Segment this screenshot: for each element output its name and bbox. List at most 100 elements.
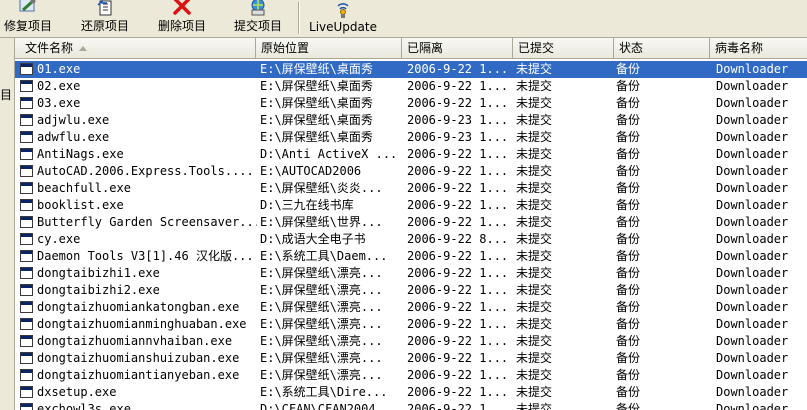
file-name-cell: AutoCAD.2006.Express.Tools.... <box>19 163 257 180</box>
file-name-cell: cy.exe <box>19 231 257 248</box>
quarantined-cell: 2006-9-22 1... <box>407 198 509 212</box>
submitted-cell: 未提交 <box>516 62 553 76</box>
submitted-cell: 未提交 <box>516 385 553 399</box>
file-name: exchowl3s.exe <box>37 402 131 410</box>
table-row[interactable]: exchowl3s.exe D:\CFAN\CFAN2004 2006-9-22 1… <box>15 401 807 410</box>
submit-button[interactable]: 提交项目 <box>229 0 287 36</box>
submitted-cell: 未提交 <box>516 164 553 178</box>
submitted-cell: 未提交 <box>516 317 553 331</box>
status-cell: 备份 <box>616 232 641 246</box>
submitted-cell: 未提交 <box>516 147 553 161</box>
virus-name-cell: Downloader <box>716 198 789 212</box>
quarantined-cell: 2006-9-22 1... <box>407 147 509 161</box>
file-name: dongtaizhuomianshuizuban.exe <box>37 351 240 365</box>
submitted-cell: 未提交 <box>516 130 553 144</box>
column-header-virus-name[interactable]: 病毒名称 <box>710 38 807 58</box>
original-location-cell: E:\AUTOCAD2006 <box>260 164 362 178</box>
virus-name-cell: Downloader <box>716 368 789 382</box>
table-row[interactable]: beachfull.exe E:\屏保壁纸\炎炎... 2006-9-22 1...… <box>15 180 807 197</box>
status-cell: 备份 <box>616 317 641 331</box>
table-row[interactable]: dongtaizhuomianminghuaban.exe E:\屏保壁纸\漂亮.… <box>15 316 807 333</box>
table-row[interactable]: dongtaibizhi1.exe E:\屏保壁纸\漂亮... 2006-9-22 … <box>15 265 807 282</box>
table-row[interactable]: 01.exe E:\屏保壁纸\桌面秀 2006-9-22 1... 未提交 备份 Down… <box>15 61 807 78</box>
quarantine-list[interactable]: 文件名称 原始位置 已隔离 已提交 状态 病毒名称 01.exe E:\屏保壁纸\… <box>15 38 807 410</box>
table-row[interactable]: adjwlu.exe E:\屏保壁纸\桌面秀 2006-9-23 1... 未提交 备份… <box>15 112 807 129</box>
original-location-cell: E:\屏保壁纸\桌面秀 <box>260 62 373 76</box>
repair-button[interactable]: 修复项目 <box>0 0 56 36</box>
column-header-submitted[interactable]: 已提交 <box>513 38 614 58</box>
liveupdate-button[interactable]: LiveUpdate <box>306 0 380 36</box>
original-location-cell: E:\屏保壁纸\漂亮... <box>260 300 383 314</box>
status-cell: 备份 <box>616 130 641 144</box>
delete-button[interactable]: 删除项目 <box>153 0 211 36</box>
restore-icon <box>94 0 116 16</box>
file-icon <box>20 182 33 194</box>
table-row[interactable]: adwflu.exe E:\屏保壁纸\桌面秀 2006-9-23 1... 未提交 备份… <box>15 129 807 146</box>
table-row[interactable]: Daemon Tools V3[1].46 汉化版... E:\系统工具\Daem… <box>15 248 807 265</box>
column-header-file-name[interactable]: 文件名称 <box>15 38 256 58</box>
file-icon <box>20 386 33 398</box>
submitted-cell: 未提交 <box>516 232 553 246</box>
table-row[interactable]: booklist.exe D:\三九在线书库 2006-9-22 1... 未提交 备份… <box>15 197 807 214</box>
file-name: dongtaizhuomiankatongban.exe <box>37 300 240 314</box>
table-row[interactable]: dongtaizhuomiannvhaiban.exe E:\屏保壁纸\漂亮...… <box>15 333 807 350</box>
table-row[interactable]: 02.exe E:\屏保壁纸\桌面秀 2006-9-22 1... 未提交 备份 Down… <box>15 78 807 95</box>
column-header-status[interactable]: 状态 <box>614 38 710 58</box>
column-header-label: 病毒名称 <box>715 41 764 55</box>
file-name-cell: dongtaizhuomianminghuaban.exe <box>19 316 257 333</box>
submitted-cell: 未提交 <box>516 79 553 93</box>
original-location-cell: E:\屏保壁纸\桌面秀 <box>260 96 373 110</box>
file-icon <box>20 131 33 143</box>
file-name: Daemon Tools V3[1].46 汉化版... <box>37 249 254 263</box>
table-row[interactable]: dxsetup.exe E:\系统工具\Dire... 2006-9-22 1...… <box>15 384 807 401</box>
restore-button[interactable]: 还原项目 <box>76 0 134 36</box>
table-row[interactable]: AutoCAD.2006.Express.Tools.... E:\AUTOCAD… <box>15 163 807 180</box>
file-name: cy.exe <box>37 232 81 246</box>
file-icon <box>20 352 33 364</box>
original-location-cell: E:\屏保壁纸\漂亮... <box>260 266 383 280</box>
file-name-cell: beachfull.exe <box>19 180 257 197</box>
file-name-cell: dongtaizhuomianshuizuban.exe <box>19 350 257 367</box>
left-panel: 目 <box>0 38 15 410</box>
file-icon <box>20 267 33 279</box>
table-row[interactable]: dongtaibizhi2.exe E:\屏保壁纸\漂亮... 2006-9-22 … <box>15 282 807 299</box>
virus-name-cell: Downloader <box>716 317 789 331</box>
table-row[interactable]: 03.exe E:\屏保壁纸\桌面秀 2006-9-22 1... 未提交 备份 Down… <box>15 95 807 112</box>
quarantined-cell: 2006-9-22 1... <box>407 79 509 93</box>
table-row[interactable]: AntiNags.exe D:\Anti ActiveX ... 2006-9-22… <box>15 146 807 163</box>
quarantined-cell: 2006-9-23 1... <box>407 113 509 127</box>
submitted-cell: 未提交 <box>516 283 553 297</box>
file-icon <box>20 148 33 160</box>
column-header-original-location[interactable]: 原始位置 <box>256 38 402 58</box>
original-location-cell: E:\屏保壁纸\桌面秀 <box>260 113 373 127</box>
status-cell: 备份 <box>616 79 641 93</box>
table-row[interactable]: Butterfly Garden Screensaver... E:\屏保壁纸\世… <box>15 214 807 231</box>
status-cell: 备份 <box>616 300 641 314</box>
submitted-cell: 未提交 <box>516 334 553 348</box>
file-name-cell: dongtaizhuomiantianyeban.exe <box>19 367 257 384</box>
original-location-cell: E:\屏保壁纸\炎炎... <box>260 181 383 195</box>
file-icon <box>20 403 33 410</box>
file-name: dongtaibizhi1.exe <box>37 266 160 280</box>
original-location-cell: E:\屏保壁纸\漂亮... <box>260 317 383 331</box>
table-row[interactable]: dongtaizhuomiantianyeban.exe E:\屏保壁纸\漂亮..… <box>15 367 807 384</box>
column-header-quarantined[interactable]: 已隔离 <box>402 38 513 58</box>
table-row[interactable]: dongtaizhuomiankatongban.exe E:\屏保壁纸\漂亮..… <box>15 299 807 316</box>
virus-name-cell: Downloader <box>716 181 789 195</box>
submitted-cell: 未提交 <box>516 300 553 314</box>
status-cell: 备份 <box>616 198 641 212</box>
virus-name-cell: Downloader <box>716 130 789 144</box>
quarantined-cell: 2006-9-22 1... <box>407 402 509 410</box>
status-cell: 备份 <box>616 249 641 263</box>
liveupdate-label: LiveUpdate <box>309 20 377 34</box>
file-name: dxsetup.exe <box>37 385 117 399</box>
file-name: 01.exe <box>36 61 82 78</box>
quarantined-cell: 2006-9-22 1... <box>407 351 509 365</box>
submitted-cell: 未提交 <box>516 368 553 382</box>
virus-name-cell: Downloader <box>716 249 789 263</box>
table-row[interactable]: cy.exe D:\成语大全电子书 2006-9-22 8... 未提交 备份 Downl… <box>15 231 807 248</box>
virus-name-cell: Downloader <box>716 79 789 93</box>
liveupdate-icon <box>332 1 354 19</box>
table-row[interactable]: dongtaizhuomianshuizuban.exe E:\屏保壁纸\漂亮..… <box>15 350 807 367</box>
file-name: Butterfly Garden Screensaver... <box>37 215 257 229</box>
